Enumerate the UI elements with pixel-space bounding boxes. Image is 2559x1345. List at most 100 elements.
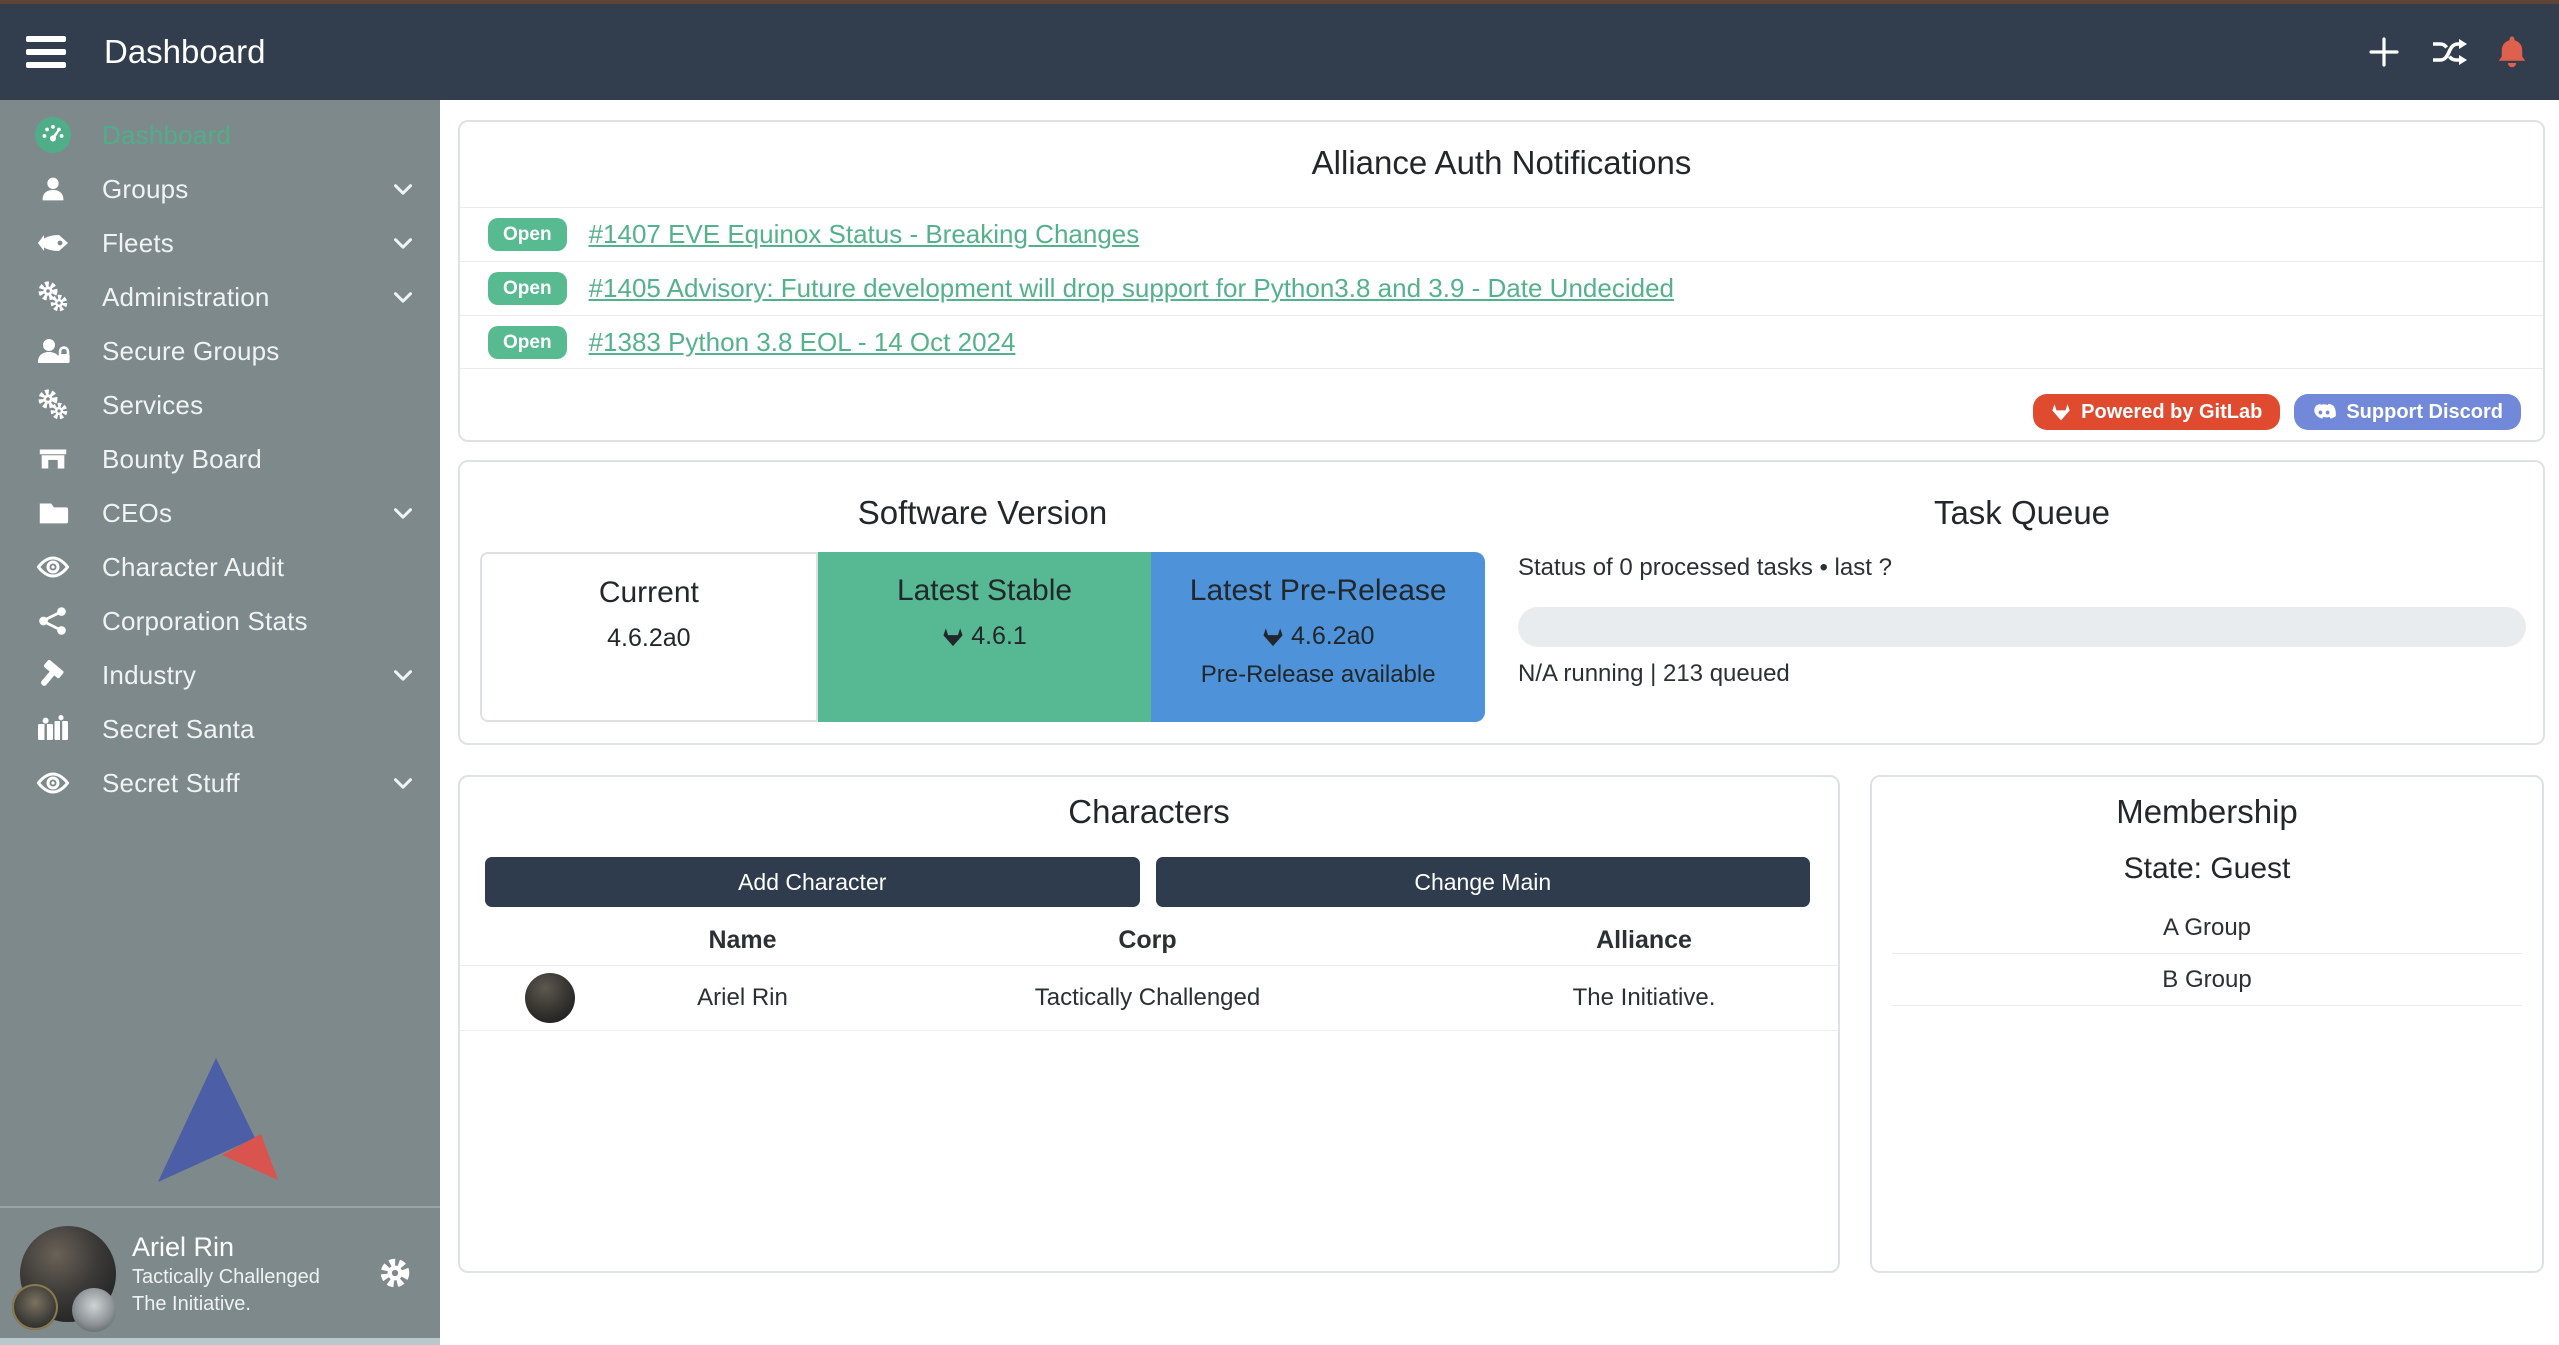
notification-row: Open #1407 EVE Equinox Status - Breaking… — [460, 207, 2543, 261]
add-icon[interactable] — [2365, 33, 2403, 71]
sidebar-item-fleets[interactable]: Fleets — [0, 216, 440, 270]
sidebar-item-label: Administration — [102, 282, 270, 313]
gears-icon — [34, 386, 72, 424]
chevron-down-icon — [388, 282, 418, 312]
rocket-icon — [34, 224, 72, 262]
gitlab-tanuki-icon — [1262, 626, 1284, 648]
sidebar-item-label: Secret Santa — [102, 714, 255, 745]
prerelease-version: 4.6.2a0 — [1291, 622, 1374, 651]
task-queue-title: Task Queue — [1518, 494, 2526, 532]
sidebar-item-bounty-board[interactable]: Bounty Board — [0, 432, 440, 486]
membership-group: B Group — [1892, 954, 2522, 1006]
status-badge: Open — [488, 326, 567, 359]
chevron-down-icon — [388, 174, 418, 204]
sidebar-bottom-strip — [0, 1338, 440, 1345]
sidebar-item-label: Secure Groups — [102, 336, 279, 367]
notification-row: Open #1383 Python 3.8 EOL - 14 Oct 2024 — [460, 315, 2543, 369]
software-version-panel: Software Version Current 4.6.2a0 Latest … — [458, 460, 2545, 745]
user-panel[interactable]: Ariel Rin Tactically Challenged The Init… — [0, 1218, 440, 1330]
change-main-button[interactable]: Change Main — [1156, 857, 1811, 907]
user-avatar — [20, 1226, 116, 1322]
notification-link[interactable]: #1407 EVE Equinox Status - Breaking Chan… — [589, 219, 1140, 250]
person-lock-icon — [34, 332, 72, 370]
corp-logo-badge — [12, 1284, 58, 1330]
sidebar-item-secret-stuff[interactable]: Secret Stuff — [0, 756, 440, 810]
add-character-button[interactable]: Add Character — [485, 857, 1140, 907]
notification-link[interactable]: #1405 Advisory: Future development will … — [589, 273, 1674, 304]
notification-row: Open #1405 Advisory: Future development … — [460, 261, 2543, 315]
sidebar-item-groups[interactable]: Groups — [0, 162, 440, 216]
sidebar-item-services[interactable]: Services — [0, 378, 440, 432]
gears-icon — [34, 278, 72, 316]
notifications-panel: Alliance Auth Notifications Open #1407 E… — [458, 120, 2545, 442]
sidebar-item-label: Dashboard — [102, 120, 231, 151]
header-alliance: Alliance — [1450, 926, 1838, 955]
task-queue-progressbar — [1518, 607, 2526, 647]
sidebar-item-label: CEOs — [102, 498, 172, 529]
current-version: 4.6.2a0 — [607, 624, 690, 653]
alliance-logo-badge — [72, 1288, 116, 1332]
folder-icon — [34, 494, 72, 532]
storefront-icon — [34, 440, 72, 478]
sidebar-item-label: Corporation Stats — [102, 606, 308, 637]
eye-icon — [34, 548, 72, 586]
settings-gear-icon[interactable] — [376, 1254, 414, 1292]
gitlab-badge-label: Powered by GitLab — [2081, 402, 2262, 422]
membership-state: State: Guest — [1872, 852, 2542, 886]
header-corp: Corp — [845, 926, 1450, 955]
current-version-box: Current 4.6.2a0 — [480, 552, 818, 722]
user-alliance: The Initiative. — [132, 1291, 320, 1318]
sidebar-item-industry[interactable]: Industry — [0, 648, 440, 702]
sidebar-item-label: Services — [102, 390, 203, 421]
character-alliance: The Initiative. — [1450, 984, 1838, 1012]
notifications-bell-icon[interactable] — [2493, 33, 2531, 71]
character-row-avatar — [525, 973, 575, 1023]
person-icon — [34, 170, 72, 208]
characters-title: Characters — [460, 793, 1838, 831]
gifts-icon — [34, 710, 72, 748]
eye-icon — [34, 764, 72, 802]
current-label: Current — [599, 576, 699, 610]
user-name: Ariel Rin — [132, 1230, 320, 1264]
character-corp: Tactically Challenged — [845, 984, 1450, 1012]
powered-by-gitlab-badge[interactable]: Powered by GitLab — [2033, 394, 2280, 430]
sidebar-item-label: Industry — [102, 660, 196, 691]
notifications-title: Alliance Auth Notifications — [460, 144, 2543, 182]
notification-link[interactable]: #1383 Python 3.8 EOL - 14 Oct 2024 — [589, 327, 1016, 358]
support-discord-badge[interactable]: Support Discord — [2294, 394, 2521, 430]
sidebar-item-administration[interactable]: Administration — [0, 270, 440, 324]
user-corp: Tactically Challenged — [132, 1264, 320, 1291]
chevron-down-icon — [388, 228, 418, 258]
status-badge: Open — [488, 218, 567, 251]
sidebar-item-label: Groups — [102, 174, 188, 205]
latest-prerelease-box: Latest Pre-Release 4.6.2a0 Pre-Release a… — [1151, 552, 1485, 722]
sidebar-divider — [0, 1206, 440, 1208]
menu-toggle-icon[interactable] — [26, 36, 66, 68]
character-name: Ariel Rin — [640, 984, 845, 1012]
software-version-title: Software Version — [480, 494, 1485, 532]
character-table-row: Ariel Rin Tactically Challenged The Init… — [460, 965, 1838, 1031]
chevron-down-icon — [388, 498, 418, 528]
top-navbar: Dashboard — [0, 0, 2559, 100]
prerelease-label: Latest Pre-Release — [1190, 574, 1447, 608]
discord-badge-label: Support Discord — [2346, 402, 2503, 422]
sidebar-item-label: Bounty Board — [102, 444, 262, 475]
version-boxes: Current 4.6.2a0 Latest Stable 4.6.1 Late… — [480, 552, 1485, 722]
sidebar-item-dashboard[interactable]: Dashboard — [0, 108, 440, 162]
alliance-auth-logo — [158, 1058, 280, 1184]
sidebar-item-character-audit[interactable]: Character Audit — [0, 540, 440, 594]
stable-version: 4.6.1 — [971, 622, 1027, 651]
sidebar-item-corporation-stats[interactable]: Corporation Stats — [0, 594, 440, 648]
sidebar-item-ceos[interactable]: CEOs — [0, 486, 440, 540]
sidebar-item-label: Character Audit — [102, 552, 284, 583]
dashboard-gauge-icon — [34, 116, 72, 154]
prerelease-note: Pre-Release available — [1201, 661, 1436, 689]
header-name: Name — [640, 926, 845, 955]
sidebar-item-secure-groups[interactable]: Secure Groups — [0, 324, 440, 378]
membership-group: A Group — [1892, 902, 2522, 954]
characters-panel: Characters Add Character Change Main Nam… — [458, 775, 1840, 1273]
sidebar: Dashboard Groups Fleets Administration S… — [0, 100, 440, 1345]
chevron-down-icon — [388, 768, 418, 798]
shuffle-icon[interactable] — [2429, 33, 2467, 71]
sidebar-item-secret-santa[interactable]: Secret Santa — [0, 702, 440, 756]
